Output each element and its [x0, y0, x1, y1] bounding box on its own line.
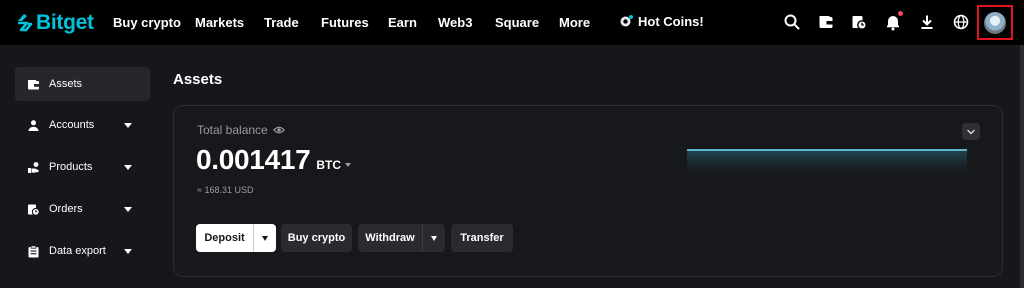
- wallet-icon[interactable]: [817, 13, 835, 31]
- balance-display: 0.001417 BTC: [196, 144, 352, 176]
- hot-coins-label: Hot Coins!: [638, 14, 704, 29]
- user-avatar-button[interactable]: [977, 5, 1013, 40]
- withdraw-button[interactable]: Withdraw: [358, 224, 422, 252]
- transfer-button[interactable]: Transfer: [451, 224, 513, 252]
- globe-icon[interactable]: [952, 13, 970, 31]
- nav-markets[interactable]: Markets: [195, 15, 244, 30]
- orders-icon: [27, 203, 40, 216]
- orders-icon[interactable]: [850, 13, 868, 31]
- clipboard-icon: [27, 244, 40, 258]
- chevron-down-icon: [124, 206, 132, 212]
- sidebar-item-label: Products: [49, 161, 93, 173]
- nav-more[interactable]: More: [559, 15, 590, 30]
- wallet-icon: [27, 78, 40, 91]
- sidebar-item-products[interactable]: Products: [15, 150, 150, 184]
- deposit-button[interactable]: Deposit: [196, 224, 253, 252]
- sidebar-item-label: Orders: [49, 203, 83, 215]
- sidebar-item-label: Data export: [49, 245, 106, 257]
- scrollbar-track[interactable]: [1020, 45, 1024, 288]
- sidebar-item-accounts[interactable]: Accounts: [15, 108, 150, 142]
- sidebar-item-label: Accounts: [49, 119, 95, 131]
- sidebar-item-orders[interactable]: Orders: [15, 192, 150, 226]
- notification-dot: [898, 11, 903, 16]
- chevron-down-icon: [431, 235, 437, 241]
- page-title: Assets: [173, 71, 223, 88]
- balance-value: 0.001417: [196, 144, 311, 175]
- chevron-down-icon: [124, 248, 132, 254]
- search-icon[interactable]: [783, 13, 801, 31]
- chevron-down-icon: [967, 129, 975, 134]
- chevron-down-icon: [262, 235, 268, 241]
- brand-name: Bitget: [36, 11, 94, 34]
- nav-square[interactable]: Square: [495, 15, 539, 30]
- balance-usd-approx: ≈ 168.31 USD: [197, 185, 254, 195]
- nav-buy-crypto[interactable]: Buy crypto: [113, 15, 181, 30]
- bitget-logo-icon: [18, 14, 33, 32]
- sidebar: Assets Accounts Products Orders Data exp…: [0, 45, 160, 288]
- products-icon: [27, 161, 40, 174]
- balance-sparkline: [687, 149, 967, 182]
- currency-label: BTC: [316, 158, 342, 172]
- balance-card: Total balance 0.001417 BTC ≈ 168.31 USD …: [173, 105, 1003, 277]
- chevron-down-icon: [124, 122, 132, 128]
- collapse-toggle-button[interactable]: [962, 123, 980, 140]
- hot-coins-icon: [620, 15, 633, 27]
- total-balance-label: Total balance: [197, 123, 285, 137]
- deposit-menu-button[interactable]: [254, 224, 276, 252]
- nav-web3[interactable]: Web3: [438, 15, 472, 30]
- chevron-down-icon: [124, 164, 132, 170]
- chevron-down-icon: [345, 163, 352, 167]
- buy-crypto-button[interactable]: Buy crypto: [281, 224, 352, 252]
- nav-futures[interactable]: Futures: [321, 15, 369, 30]
- bell-icon[interactable]: [884, 11, 903, 31]
- currency-selector[interactable]: BTC: [316, 158, 352, 172]
- nav-trade[interactable]: Trade: [264, 15, 299, 30]
- total-balance-text: Total balance: [197, 123, 268, 137]
- sidebar-item-label: Assets: [49, 78, 83, 90]
- sidebar-item-assets[interactable]: Assets: [15, 67, 150, 101]
- eye-icon[interactable]: [272, 124, 285, 136]
- withdraw-menu-button[interactable]: [423, 224, 445, 252]
- bitget-logo[interactable]: Bitget: [15, 11, 94, 35]
- sidebar-item-data-export[interactable]: Data export: [15, 234, 150, 268]
- top-nav-bar: Bitget Buy crypto Markets Trade Futures …: [0, 0, 1024, 45]
- download-icon[interactable]: [918, 13, 936, 31]
- hot-coins-link[interactable]: Hot Coins!: [619, 14, 704, 29]
- nav-earn[interactable]: Earn: [388, 15, 417, 30]
- avatar: [984, 11, 1006, 34]
- person-icon: [27, 119, 40, 132]
